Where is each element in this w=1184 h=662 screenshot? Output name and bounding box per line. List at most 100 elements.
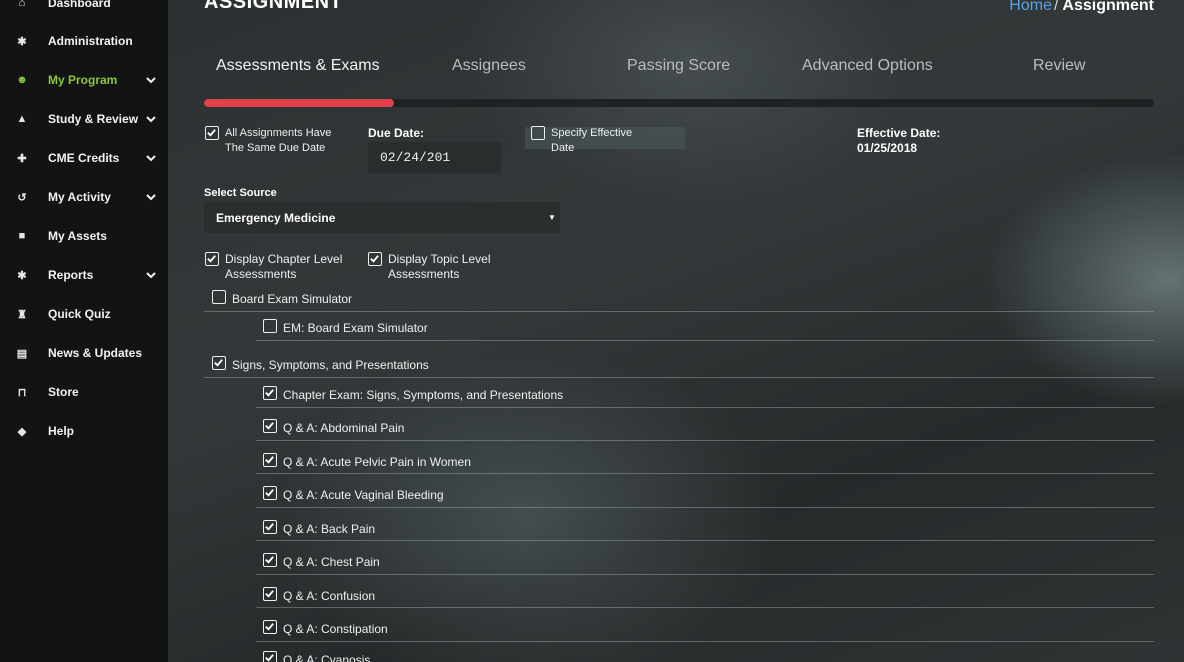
trophy-icon: ♜ xyxy=(17,308,27,321)
sidebar-item-administration[interactable]: ✱ Administration xyxy=(0,26,168,56)
tree-item-checkbox[interactable] xyxy=(212,290,226,304)
tree-item-label: EM: Board Exam Simulator xyxy=(283,321,428,335)
tree-item-checkbox[interactable] xyxy=(212,356,226,370)
tree-item-label: Q & A: Confusion xyxy=(283,589,376,603)
tree-item-label: Q & A: Cyanosis xyxy=(283,653,371,662)
sidebar-item-label: Quick Quiz xyxy=(48,307,111,321)
tab-review[interactable]: Review xyxy=(1033,57,1085,75)
graduation-cap-icon: ▲ xyxy=(16,113,28,125)
tree-divider xyxy=(256,574,1154,575)
tree-divider xyxy=(256,407,1154,408)
chevron-down-icon xyxy=(146,194,156,201)
tree-item-checkbox[interactable] xyxy=(263,386,277,400)
display-chapter-level-checkbox[interactable] xyxy=(205,252,219,266)
display-topic-level-checkbox[interactable] xyxy=(368,252,382,266)
sidebar-item-label: CME Credits xyxy=(48,151,120,165)
tab-advanced-options[interactable]: Advanced Options xyxy=(802,57,933,75)
tree-item-label: Q & A: Abdominal Pain xyxy=(283,421,405,435)
sidebar-item-help[interactable]: ◆ Help xyxy=(0,416,168,446)
tree-divider xyxy=(256,507,1154,508)
sidebar-item-store[interactable]: ⊓ Store xyxy=(0,377,168,407)
sidebar-item-dashboard[interactable]: ⌂ Dashboard xyxy=(0,0,168,18)
tree-item-label: Q & A: Constipation xyxy=(283,622,388,636)
tree-item-checkbox[interactable] xyxy=(263,587,277,601)
sidebar: ⌂ Dashboard ✱ Administration ☻ My Progra… xyxy=(0,0,168,662)
tree-item-checkbox[interactable] xyxy=(263,553,277,567)
sidebar-item-my-activity[interactable]: ↺ My Activity xyxy=(0,182,168,212)
sidebar-item-study-review[interactable]: ▲ Study & Review xyxy=(0,104,168,134)
source-select[interactable]: Emergency Medicine ▼ xyxy=(204,202,560,233)
tree-item-label: Signs, Symptoms, and Presentations xyxy=(232,358,429,372)
sidebar-item-label: Reports xyxy=(48,268,94,282)
tree-item-checkbox[interactable] xyxy=(263,453,277,467)
newspaper-icon: ▤ xyxy=(16,347,28,360)
breadcrumb-separator: / xyxy=(1053,0,1059,14)
sidebar-item-my-assets[interactable]: ■ My Assets xyxy=(0,221,168,251)
wrench-icon: ✱ xyxy=(17,269,27,282)
wizard-progress-fill xyxy=(204,99,394,107)
tree-item-label: Chapter Exam: Signs, Symptoms, and Prese… xyxy=(283,388,564,402)
tree-item-checkbox[interactable] xyxy=(263,419,277,433)
history-icon: ↺ xyxy=(17,191,27,204)
sidebar-item-label: Administration xyxy=(48,34,133,48)
same-due-date-checkbox[interactable] xyxy=(205,126,219,140)
book-icon: ■ xyxy=(18,230,26,242)
sidebar-item-news-updates[interactable]: ▤ News & Updates xyxy=(0,338,168,368)
tree-item-label: Q & A: Acute Vaginal Bleeding xyxy=(283,488,444,502)
chevron-down-icon xyxy=(146,116,156,123)
display-chapter-level-label: Display Chapter Level Assessments xyxy=(225,252,343,281)
tree-divider xyxy=(204,311,1154,312)
tree-divider xyxy=(256,607,1154,608)
display-topic-level-label: Display Topic Level Assessments xyxy=(388,252,491,281)
sidebar-item-reports[interactable]: ✱ Reports xyxy=(0,260,168,290)
breadcrumb-home-link[interactable]: Home xyxy=(1009,0,1052,14)
specify-effective-date-checkbox[interactable] xyxy=(531,126,545,140)
sidebar-item-cme-credits[interactable]: ✚ CME Credits xyxy=(0,143,168,173)
tree-divider xyxy=(256,340,1154,341)
sidebar-item-label: News & Updates xyxy=(48,346,143,360)
breadcrumb: Home / Assignment xyxy=(1009,0,1154,15)
sidebar-item-my-program[interactable]: ☻ My Program xyxy=(0,65,168,95)
tree-divider xyxy=(256,440,1154,441)
page-title: ASSIGNMENT xyxy=(204,0,343,13)
effective-date-value: 01/25/2018 xyxy=(857,141,918,155)
breadcrumb-current: Assignment xyxy=(1062,0,1154,14)
tree-divider xyxy=(256,540,1154,541)
due-date-input[interactable] xyxy=(368,142,501,173)
tree-divider xyxy=(256,641,1154,642)
cart-icon: ⊓ xyxy=(17,386,27,399)
tree-divider xyxy=(256,473,1154,474)
due-date-label: Due Date: xyxy=(368,126,425,140)
tree-item-checkbox[interactable] xyxy=(263,486,277,500)
sidebar-item-label: Dashboard xyxy=(48,0,111,10)
specify-effective-date-label: Specify Effective Date xyxy=(551,127,633,154)
sidebar-item-label: My Activity xyxy=(48,190,111,204)
same-due-date-label: All Assignments Have The Same Due Date xyxy=(225,127,332,154)
users-icon: ☻ xyxy=(16,74,28,86)
sidebar-item-label: My Program xyxy=(48,73,118,87)
gamepad-icon: ◆ xyxy=(17,425,27,438)
effective-date-label: Effective Date: xyxy=(857,126,941,140)
home-icon: ⌂ xyxy=(18,0,26,9)
tree-item-label: Board Exam Simulator xyxy=(232,292,353,306)
tab-passing-score[interactable]: Passing Score xyxy=(627,57,730,75)
sidebar-item-label: Help xyxy=(48,424,75,438)
tree-item-label: Q & A: Acute Pelvic Pain in Women xyxy=(283,455,471,469)
sidebar-item-label: Store xyxy=(48,385,79,399)
tree-item-label: Q & A: Chest Pain xyxy=(283,555,380,569)
tab-assessments-exams[interactable]: Assessments & Exams xyxy=(216,57,380,75)
sidebar-item-label: My Assets xyxy=(48,229,107,243)
tools-icon: ✱ xyxy=(17,35,27,48)
tree-item-checkbox[interactable] xyxy=(263,651,277,662)
sidebar-item-quick-quiz[interactable]: ♜ Quick Quiz xyxy=(0,299,168,329)
badge-icon: ✚ xyxy=(17,152,27,165)
tree-divider xyxy=(204,377,1154,378)
tree-item-checkbox[interactable] xyxy=(263,620,277,634)
tree-item-checkbox[interactable] xyxy=(263,319,277,333)
tree-item-checkbox[interactable] xyxy=(263,520,277,534)
source-select-value: Emergency Medicine xyxy=(216,211,336,225)
chevron-down-icon xyxy=(146,272,156,279)
tab-assignees[interactable]: Assignees xyxy=(452,57,526,75)
wizard-progress-bar xyxy=(204,99,1154,107)
chevron-down-icon xyxy=(146,77,156,84)
